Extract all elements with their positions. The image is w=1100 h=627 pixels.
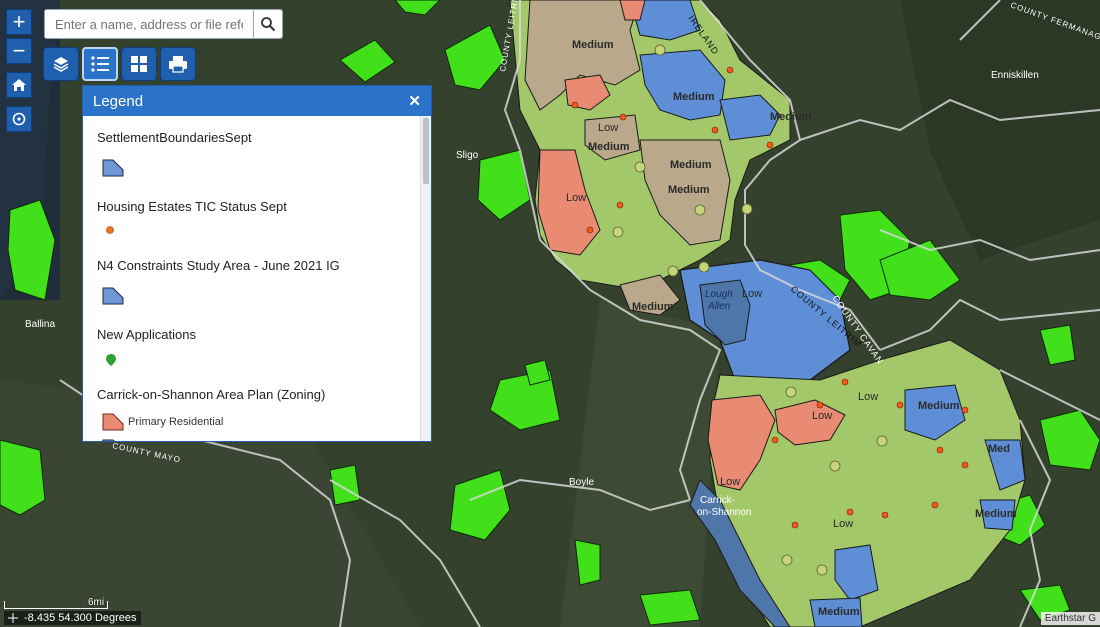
label-carrick-2: on-Shannon xyxy=(697,507,752,518)
label-medium-6: Medium xyxy=(632,301,674,313)
legend-panel: Legend ✕ SettlementBoundariesSept Housin… xyxy=(82,85,432,442)
attribution: Earthstar G xyxy=(1040,612,1100,625)
label-allen: Allen xyxy=(707,301,731,312)
coordinates-text: -8.435 54.300 Degrees xyxy=(24,612,137,624)
label-medium-3: Medium xyxy=(588,141,630,153)
label-medium-5: Medium xyxy=(668,184,710,196)
home-button[interactable] xyxy=(6,72,32,98)
print-icon xyxy=(169,56,187,73)
label-lough: Lough xyxy=(705,289,733,300)
label-low-7: Low xyxy=(833,518,853,530)
locate-icon xyxy=(12,112,26,126)
legend-button[interactable] xyxy=(82,47,118,81)
label-medium-9: Medium xyxy=(975,508,1017,520)
label-medium-4: Medium xyxy=(670,159,712,171)
basemap-gallery-button[interactable] xyxy=(121,47,157,81)
legend-item-label: SettlementBoundariesSept xyxy=(97,130,252,145)
label-enniskillen: Enniskillen xyxy=(991,70,1039,81)
label-low-1: Low xyxy=(598,122,618,134)
label-low-5: Low xyxy=(858,391,878,403)
legend-item-label: New Applications xyxy=(97,327,196,342)
locate-button[interactable] xyxy=(6,106,32,132)
label-med-short: Med xyxy=(988,443,1010,455)
legend-item-label: Housing Estates TIC Status Sept xyxy=(97,199,287,214)
polygon-salmon-icon xyxy=(102,413,124,431)
label-low-2: Low xyxy=(566,192,586,204)
crosshair-icon[interactable] xyxy=(8,613,18,623)
search-input[interactable] xyxy=(45,10,253,38)
close-icon[interactable]: ✕ xyxy=(408,92,421,110)
label-low-3: Low xyxy=(742,288,762,300)
zoom-out-button[interactable]: − xyxy=(6,38,32,64)
label-medium-8: Medium xyxy=(818,606,860,618)
coordinate-readout: -8.435 54.300 Degrees xyxy=(4,611,141,625)
polygon-blue-icon xyxy=(102,439,116,441)
print-button[interactable] xyxy=(160,47,196,81)
label-sligo: Sligo xyxy=(456,150,479,161)
label-low-4: Low xyxy=(812,410,832,422)
orange-dot-icon xyxy=(106,226,114,234)
search-icon xyxy=(261,17,276,32)
label-ballina: Ballina xyxy=(25,319,55,330)
polygon-blue-icon xyxy=(102,287,124,305)
legend-title: Legend xyxy=(93,92,144,110)
label-medium-1: Medium xyxy=(572,39,614,51)
layers-icon xyxy=(53,57,69,72)
label-carrick: Carrick- xyxy=(700,495,735,506)
label-boyle: Boyle xyxy=(569,477,594,488)
home-icon xyxy=(12,79,26,91)
scrollbar-thumb[interactable] xyxy=(423,118,429,184)
legend-sub-label: Primary Residential xyxy=(128,416,224,428)
legend-header: Legend ✕ xyxy=(83,86,431,116)
green-pin-icon xyxy=(106,354,116,366)
zone-residential-3 xyxy=(619,0,646,21)
search-button[interactable] xyxy=(253,10,282,38)
list-icon xyxy=(91,56,109,72)
zoom-in-button[interactable]: + xyxy=(6,9,32,35)
legend-body: SettlementBoundariesSept Housing Estates… xyxy=(83,116,421,441)
scale-label: 6mi xyxy=(88,597,105,608)
polygon-blue-icon xyxy=(102,159,124,177)
grid-icon xyxy=(131,56,147,72)
label-medium-2: Medium xyxy=(673,91,715,103)
legend-item-label: Carrick-on-Shannon Area Plan (Zoning) xyxy=(97,387,326,402)
label-medium-10: Medium xyxy=(770,111,812,123)
layers-button[interactable] xyxy=(43,47,79,81)
label-low-6: Low xyxy=(720,476,740,488)
legend-item-label: N4 Constraints Study Area - June 2021 IG xyxy=(97,258,340,273)
legend-scrollbar[interactable] xyxy=(420,116,431,441)
search-box xyxy=(44,9,283,39)
label-medium-7: Medium xyxy=(918,400,960,412)
